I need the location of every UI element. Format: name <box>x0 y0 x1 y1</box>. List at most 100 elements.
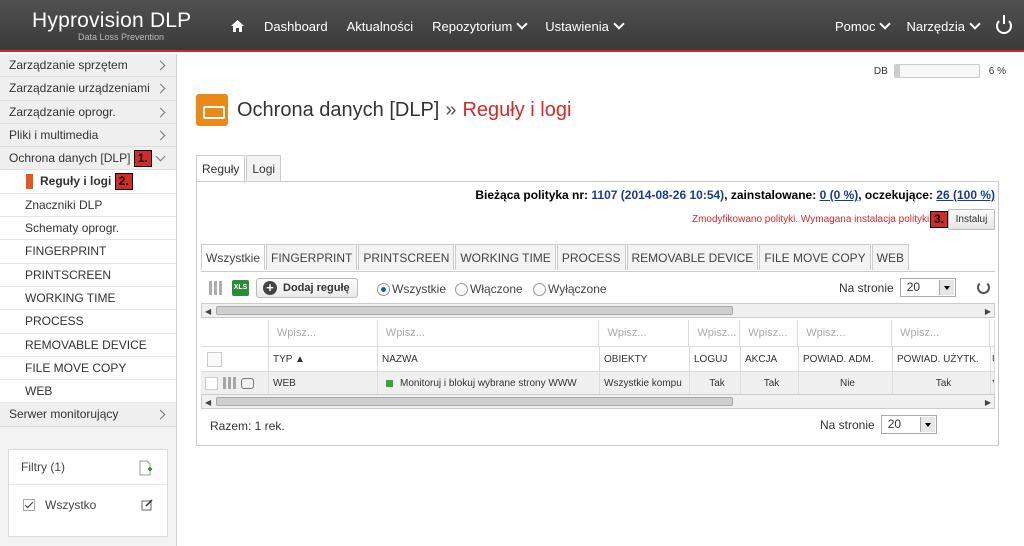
sidebar-subitem-rules[interactable]: Reguły i logi 2. <box>0 170 176 194</box>
sidebar-subitem[interactable]: Znaczniki DLP <box>0 193 176 218</box>
edit-icon[interactable] <box>141 499 153 511</box>
add-rule-button[interactable]: Dodaj regułę <box>256 278 358 298</box>
subtab-process[interactable]: PROCESS <box>556 244 626 270</box>
page-title: Ochrona danych [DLP] » Reguły i logi <box>196 94 571 126</box>
filter-item[interactable]: Wszystko <box>9 485 167 525</box>
filter-input-action[interactable]: Wpisz... <box>740 320 799 346</box>
column-header-log[interactable]: LOGUJ <box>690 347 741 371</box>
per-page-top: Na stronie 20 <box>839 278 956 297</box>
filter-input-log[interactable]: Wpisz... <box>689 320 741 346</box>
tabs: Reguły Logi <box>196 155 282 183</box>
filter-input-admin-notify[interactable]: Wpisz... <box>798 320 893 346</box>
column-header-objects[interactable]: OBIEKTY <box>600 347 690 371</box>
page-title-sub: Reguły i logi <box>462 98 572 121</box>
sidebar-subitem[interactable]: FINGERPRINT <box>0 240 176 264</box>
nav-settings[interactable]: Ustawienia <box>545 18 625 34</box>
nav-dashboard[interactable]: Dashboard <box>264 19 328 34</box>
sidebar-item-label: Zarządzanie sprzętem <box>9 58 128 72</box>
filter-input-type[interactable]: Wpisz... <box>269 320 378 346</box>
sidebar-item-software[interactable]: Zarządzanie oprogr. <box>0 100 176 124</box>
logo[interactable]: Hyprovision DLP Data Loss Prevention <box>32 10 191 43</box>
nav-repository[interactable]: Repozytorium <box>432 18 528 34</box>
filter-row: Wpisz... Wpisz... Wpisz... Wpisz... Wpis… <box>201 320 995 346</box>
breadcrumb-separator: » <box>445 98 457 121</box>
checkbox-checked[interactable] <box>23 499 35 511</box>
select-all-checkbox[interactable] <box>207 351 222 367</box>
sidebar: Zarządzanie sprzętem Zarządzanie urządze… <box>0 54 177 546</box>
rule-type-tabs: Wszystkie FINGERPRINT PRINTSCREEN WORKIN… <box>201 244 910 270</box>
horizontal-scrollbar-bottom[interactable]: ◀ ▶ <box>201 394 995 409</box>
subtab-all[interactable]: Wszystkie <box>201 244 265 270</box>
filter-input-objects[interactable]: Wpisz... <box>599 320 690 346</box>
scroll-left-icon[interactable]: ◀ <box>205 307 211 316</box>
filter-input-user-notify[interactable]: Wpisz... <box>892 320 990 346</box>
horizontal-scrollbar[interactable]: ◀ ▶ <box>201 303 995 318</box>
subtab-fingerprint[interactable]: FINGERPRINT <box>266 244 358 270</box>
sidebar-subitem[interactable]: FILE MOVE COPY <box>0 356 176 381</box>
row-grid-icon[interactable] <box>223 377 236 389</box>
nav-help[interactable]: Pomoc <box>835 18 892 34</box>
subtab-web[interactable]: WEB <box>871 244 910 270</box>
column-header-action[interactable]: AKCJA <box>741 347 799 371</box>
per-page-label: Na stronie <box>820 417 875 432</box>
filters-header: Filtry (1) <box>9 450 167 485</box>
refresh-icon[interactable] <box>977 281 990 294</box>
page-title-main: Ochrona danych [DLP] <box>237 98 440 121</box>
total-records: Razem: 1 rek. <box>210 419 285 433</box>
add-filter-icon[interactable] <box>139 460 153 476</box>
column-header-name[interactable]: NAZWA <box>378 347 600 371</box>
table-row[interactable]: WEB Monitoruj i blokuj wybrane strony WW… <box>201 372 995 394</box>
power-icon[interactable] <box>996 15 1012 34</box>
scroll-right-icon[interactable]: ▶ <box>985 307 991 316</box>
sidebar-item-server[interactable]: Serwer monitorujący <box>0 403 176 427</box>
sidebar-subitem[interactable]: WORKING TIME <box>0 286 176 311</box>
tab-rules[interactable]: Reguły <box>196 155 246 183</box>
policy-label: Bieżąca polityka nr: <box>475 188 589 202</box>
column-header-type[interactable]: TYP ▲ <box>269 347 378 371</box>
sidebar-item-media[interactable]: Pliki i multimedia <box>0 123 176 148</box>
sidebar-item-label: Zarządzanie urządzeniami <box>9 81 150 96</box>
scrollbar-thumb[interactable] <box>216 306 733 315</box>
sidebar-item-hardware[interactable]: Zarządzanie sprzętem <box>0 54 176 78</box>
cell-objects: Wszystkie kompu <box>600 372 690 394</box>
sidebar-subitem[interactable]: Schematy oprogr. <box>0 217 176 241</box>
subtab-file-move-copy[interactable]: FILE MOVE COPY <box>759 244 871 270</box>
subtab-removable-device[interactable]: REMOVABLE DEVICE <box>626 244 759 270</box>
sidebar-subitem[interactable]: REMOVABLE DEVICE <box>0 333 176 357</box>
radio-enabled[interactable]: Włączone <box>455 282 523 296</box>
cell-type: WEB <box>269 372 378 394</box>
per-page-select[interactable]: 20 <box>880 415 937 434</box>
row-view-icon[interactable] <box>241 377 254 389</box>
sidebar-subitem[interactable]: WEB <box>0 380 176 404</box>
radio-all[interactable]: Wszystkie <box>377 282 446 296</box>
cell-more: * <box>991 372 995 394</box>
column-header-user-notify[interactable]: POWIAD. UŻYTK. <box>893 347 991 371</box>
sidebar-subitem[interactable]: PRINTSCREEN <box>0 263 176 287</box>
scroll-left-icon[interactable]: ◀ <box>205 398 211 407</box>
chevron-down-icon <box>516 18 528 30</box>
nav-news[interactable]: Aktualności <box>347 19 413 34</box>
sidebar-item-devices[interactable]: Zarządzanie urządzeniami <box>0 77 176 101</box>
tab-logs[interactable]: Logi <box>246 155 282 182</box>
nav-tools[interactable]: Narzędzia <box>906 18 981 34</box>
sidebar-item-dlp[interactable]: Ochrona danych [DLP] 1. <box>0 147 176 171</box>
pending-link[interactable]: 26 (100 %) <box>936 188 995 202</box>
subtab-printscreen[interactable]: PRINTSCREEN <box>358 244 455 270</box>
scrollbar-thumb[interactable] <box>216 397 733 406</box>
column-header-more[interactable]: U <box>991 347 995 371</box>
column-header-admin-notify[interactable]: POWIAD. ADM. <box>799 347 893 371</box>
installed-link[interactable]: 0 (0 %) <box>820 188 859 202</box>
per-page-select[interactable]: 20 <box>899 278 956 297</box>
scroll-right-icon[interactable]: ▶ <box>985 398 991 407</box>
grid-view-icon[interactable] <box>209 281 223 295</box>
filter-input-name[interactable]: Wpisz... <box>378 320 600 346</box>
sidebar-subitem[interactable]: PROCESS <box>0 310 176 334</box>
home-button[interactable] <box>230 19 245 33</box>
export-xls-icon[interactable]: XLS <box>232 280 249 296</box>
install-button[interactable]: Instaluj <box>948 209 995 230</box>
subtab-working-time[interactable]: WORKING TIME <box>455 244 556 270</box>
per-page-label: Na stronie <box>839 280 894 295</box>
rules-table: Wpisz... Wpisz... Wpisz... Wpisz... Wpis… <box>201 320 995 394</box>
row-checkbox[interactable] <box>205 376 218 390</box>
radio-disabled[interactable]: Wyłączone <box>533 282 607 296</box>
